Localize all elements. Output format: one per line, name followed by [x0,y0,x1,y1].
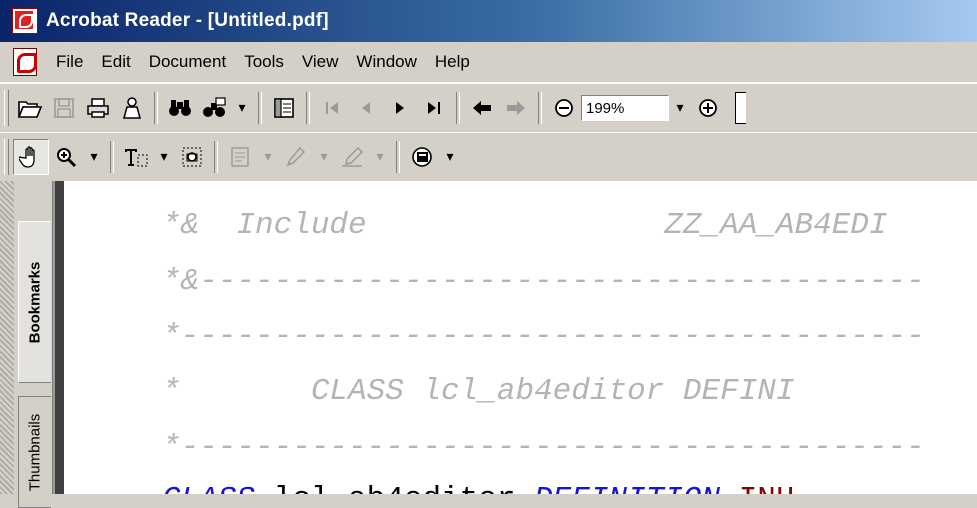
navigation-panel: Bookmarks Thumbnails [0,181,66,508]
commenting-dropdown-icon[interactable]: ▾ [439,140,461,174]
zoom-tool-dropdown-icon[interactable]: ▾ [83,140,105,174]
toolbar-separator [396,141,400,173]
toolbar-grip[interactable] [4,139,9,175]
zoom-tool-icon[interactable] [49,140,83,174]
menu-window[interactable]: Window [347,47,425,77]
save-icon[interactable] [47,91,81,125]
next-page-icon[interactable] [383,91,417,125]
menu-help[interactable]: Help [426,47,479,77]
document-view[interactable]: *& Include ZZ_AA_AB4EDI *&--------------… [64,181,977,494]
toolbar-separator [258,92,262,124]
email-icon[interactable] [115,91,149,125]
menu-document[interactable]: Document [140,47,235,77]
zoom-in-icon[interactable] [691,91,725,125]
toolbar-grip[interactable] [4,90,9,126]
file-navigation-toolbar: ▾ 199% ▾ [0,83,977,133]
note-tool-dropdown-icon[interactable]: ▾ [257,140,279,174]
toolbar-separator [110,141,114,173]
zoom-input[interactable]: 199% [581,95,669,121]
code-line-class-definition: CLASS lcl_ab4editor DEFINITION INH [162,482,795,495]
first-page-icon[interactable] [315,91,349,125]
zoom-dropdown-icon[interactable]: ▾ [669,91,691,125]
code-line-comment: *&--------------------------------------… [162,264,925,299]
title-bar[interactable]: Acrobat Reader - [Untitled.pdf] [0,0,977,42]
code-line-comment: *& Include ZZ_AA_AB4EDI [162,208,888,243]
commenting-icon[interactable] [405,140,439,174]
menu-view[interactable]: View [293,47,348,77]
snapshot-icon[interactable] [175,140,209,174]
text-select-icon[interactable] [119,140,153,174]
find-icon[interactable] [163,91,197,125]
go-forward-icon[interactable] [499,91,533,125]
toolbar-separator [154,92,158,124]
toolbar-separator [214,141,218,173]
dropdown-arrow-icon[interactable]: ▾ [231,91,253,125]
menu-bar: File Edit Document Tools View Window Hel… [0,42,977,83]
keyword-inheriting: INH [720,482,795,495]
code-line-comment: *---------------------------------------… [162,430,925,465]
code-line-comment: * CLASS lcl_ab4editor DEFINI [162,374,795,409]
text-select-dropdown-icon[interactable]: ▾ [153,140,175,174]
pencil-tool-icon[interactable] [279,140,313,174]
note-tool-icon[interactable] [223,140,257,174]
print-icon[interactable] [81,91,115,125]
tools-toolbar: ▾ ▾ ▾ ▾ ▾ ▾ [0,132,977,182]
code-line-comment: *---------------------------------------… [162,319,925,354]
navigation-tabs: Bookmarks Thumbnails [14,181,53,508]
go-back-icon[interactable] [465,91,499,125]
pencil-tool-dropdown-icon[interactable]: ▾ [313,140,335,174]
actual-size-icon[interactable] [735,92,746,124]
tab-thumbnails[interactable]: Thumbnails [18,396,51,508]
keyword-class: CLASS [162,482,255,495]
menu-edit[interactable]: Edit [92,47,139,77]
previous-page-icon[interactable] [349,91,383,125]
open-icon[interactable] [13,91,47,125]
acrobat-icon[interactable] [12,8,38,34]
search-icon[interactable] [197,91,231,125]
zoom-out-icon[interactable] [547,91,581,125]
toolbar-separator [306,92,310,124]
tab-thumbnails-label: Thumbnails [26,413,44,491]
last-page-icon[interactable] [417,91,451,125]
tab-bookmarks[interactable]: Bookmarks [18,221,51,383]
keyword-definition: DEFINITION [534,482,720,495]
toolbar-separator [538,92,542,124]
toolbar-separator [456,92,460,124]
menu-file[interactable]: File [47,47,92,77]
window-title: Acrobat Reader - [Untitled.pdf] [46,10,329,31]
class-name: lcl_ab4editor [255,482,534,495]
tab-bookmarks-label: Bookmarks [26,261,44,343]
highlighter-tool-dropdown-icon[interactable]: ▾ [369,140,391,174]
highlighter-tool-icon[interactable] [335,140,369,174]
show-hide-navigation-icon[interactable] [267,91,301,125]
pdf-document-icon[interactable] [13,48,37,76]
menu-tools[interactable]: Tools [235,47,293,77]
panel-resize-strip[interactable] [0,181,14,494]
hand-tool-icon[interactable] [13,139,49,175]
